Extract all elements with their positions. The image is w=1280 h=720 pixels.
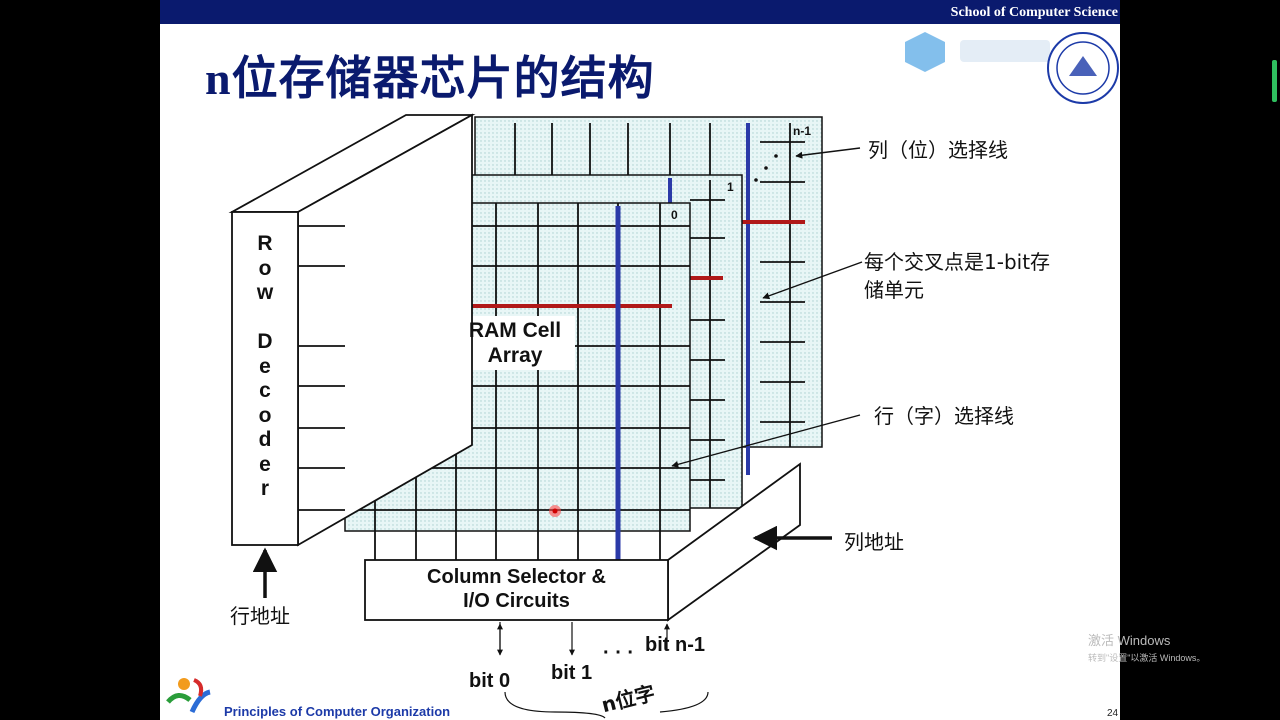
scrollbar-thumb[interactable] [1272, 60, 1277, 102]
page-number: 24 [1107, 708, 1119, 719]
bit-dots: · · · [603, 642, 635, 664]
ram-cell-array-label: RAM Cell Array [458, 318, 572, 368]
watermark-line1: 激活 Windows [1088, 633, 1171, 648]
column-selector-line1: Column Selector & [427, 566, 606, 588]
bit-1-label: bit 1 [551, 662, 593, 684]
cross-point-line1: 每个交叉点是1-bit存 [864, 250, 1051, 274]
cross-point-annotation: 每个交叉点是1-bit存 储单元 [864, 248, 1050, 304]
plane-label-0: 0 [671, 208, 678, 222]
slide: School of Computer Science n位存储器芯片的结构 R … [160, 0, 1120, 720]
course-logo-icon [166, 678, 211, 714]
cross-point-line2: 储单元 [864, 278, 924, 302]
row-decoder-label: R o w D e c o d e r [256, 232, 274, 500]
bit-n-1-label: bit n-1 [645, 634, 705, 656]
ram-label-line1: RAM Cell [468, 319, 562, 342]
activate-windows-watermark: 激活 Windows 转到"设置"以激活 Windows。 [1088, 630, 1205, 664]
row-address-label: 行地址 [230, 604, 290, 628]
bit-0-label: bit 0 [469, 670, 511, 692]
plane-label-n-1: n-1 [793, 124, 811, 138]
column-selector-line2: I/O Circuits [463, 590, 570, 612]
column-select-line-annotation: 列（位）选择线 [868, 138, 1008, 162]
column-address-label: 列地址 [844, 530, 904, 554]
row-select-line-annotation: 行（字）选择线 [874, 404, 1014, 428]
plane-label-1: 1 [727, 180, 734, 194]
column-selector-label: Column Selector & I/O Circuits [365, 565, 668, 613]
ram-label-line2: Array [487, 344, 543, 367]
footer-course-name: Principles of Computer Organization [224, 704, 451, 719]
watermark-line2: 转到"设置"以激活 Windows。 [1088, 653, 1206, 663]
